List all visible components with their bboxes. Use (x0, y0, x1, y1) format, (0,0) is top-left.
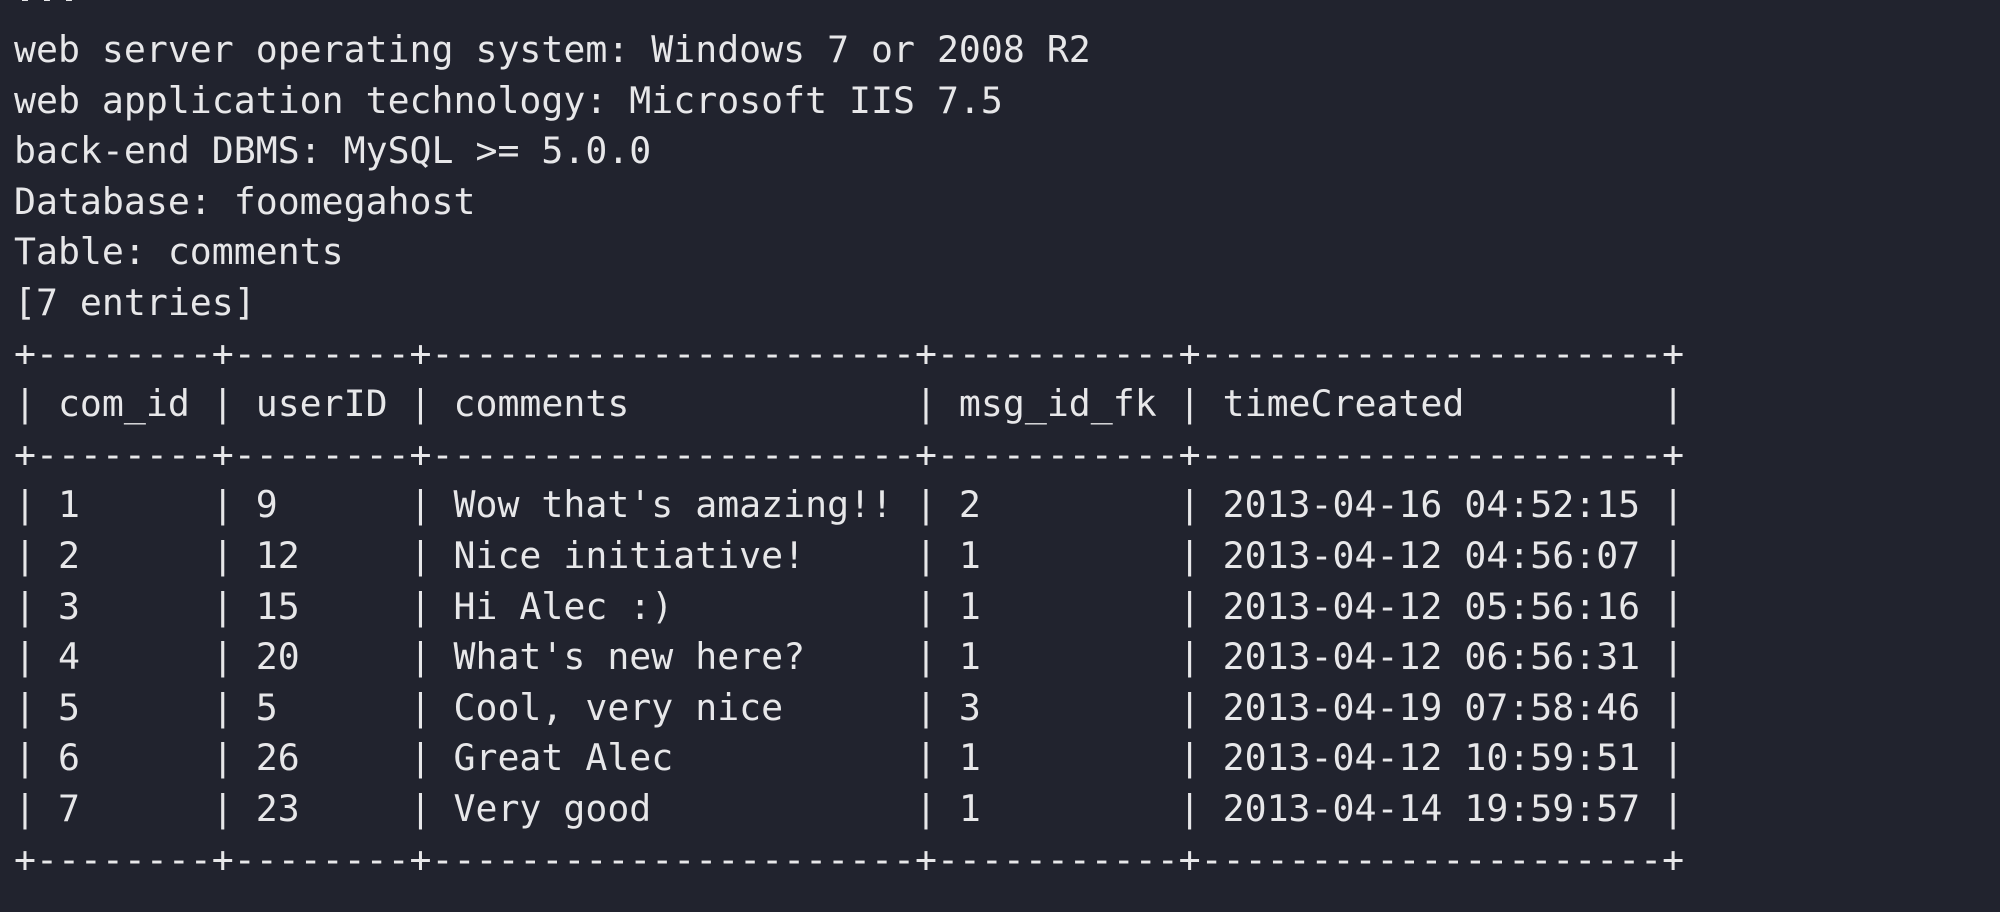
table-row: | 4 | 20 | What's new here? | 1 | 2013-0… (14, 635, 1685, 679)
scrolled-output-remnant: ... (14, 0, 80, 15)
tech-info-line: web application technology: Microsoft II… (14, 78, 1003, 122)
terminal-output[interactable]: ... web server operating system: Windows… (0, 0, 2000, 912)
sqlmap-info: web server operating system: Windows 7 o… (14, 0, 2000, 329)
table-name-line: Table: comments (14, 230, 344, 274)
table-row: | 3 | 15 | Hi Alec :) | 1 | 2013-04-12 0… (14, 584, 1685, 628)
os-info-line: web server operating system: Windows 7 o… (14, 28, 1091, 71)
table-row: | 2 | 12 | Nice initiative! | 1 | 2013-0… (14, 533, 1685, 577)
table-border-bottom: +--------+--------+---------------------… (14, 837, 1685, 881)
table-row: | 7 | 23 | Very good | 1 | 2013-04-14 19… (14, 786, 1685, 830)
table-row: | 6 | 26 | Great Alec | 1 | 2013-04-12 1… (14, 736, 1685, 780)
table-row: | 5 | 5 | Cool, very nice | 3 | 2013-04-… (14, 685, 1685, 729)
dbms-info-line: back-end DBMS: MySQL >= 5.0.0 (14, 129, 652, 173)
ascii-table: +--------+--------+---------------------… (14, 329, 2000, 886)
database-line: Database: foomegahost (14, 179, 476, 223)
table-row: | 1 | 9 | Wow that's amazing!! | 2 | 201… (14, 483, 1685, 527)
table-border-header: +--------+--------+---------------------… (14, 432, 1685, 476)
table-header-row: | com_id | userID | comments | msg_id_fk… (14, 382, 1685, 426)
entry-count-line: [7 entries] (14, 280, 256, 324)
table-border-top: +--------+--------+---------------------… (14, 331, 1685, 375)
